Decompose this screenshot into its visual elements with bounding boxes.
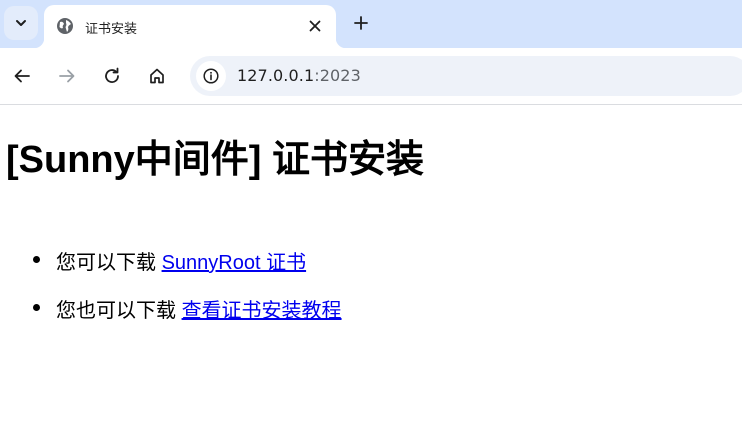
info-icon xyxy=(203,68,219,84)
install-tutorial-link[interactable]: 查看证书安装教程 xyxy=(182,300,342,322)
forward-button[interactable] xyxy=(51,60,83,92)
arrow-right-icon xyxy=(59,69,75,83)
list-item-text: 您也可以下载 xyxy=(56,300,176,322)
address-bar[interactable]: 127.0.0.1:2023 xyxy=(190,56,742,96)
url-host: 127.0.0.1 xyxy=(237,66,315,85)
reload-icon xyxy=(105,67,119,83)
back-button[interactable] xyxy=(6,60,38,92)
plus-icon xyxy=(354,16,368,30)
active-tab[interactable]: 证书安装 xyxy=(34,5,346,48)
page-content: [Sunny中间件] 证书安装 您可以下载 SunnyRoot 证书 您也可以下… xyxy=(0,106,742,429)
close-tab-button[interactable] xyxy=(302,13,328,39)
globe-icon xyxy=(57,18,73,34)
tab-strip: 证书安装 xyxy=(0,0,742,48)
browser-toolbar: 127.0.0.1:2023 xyxy=(0,48,742,105)
url-text: 127.0.0.1:2023 xyxy=(237,66,361,85)
tab-title: 证书安装 xyxy=(85,22,138,37)
url-port: :2023 xyxy=(314,66,361,85)
home-button[interactable] xyxy=(141,60,173,92)
page-title: [Sunny中间件] 证书安装 xyxy=(6,139,424,181)
site-info-button[interactable] xyxy=(196,61,226,91)
list-item-tutorial: 您也可以下载 查看证书安装教程 xyxy=(0,294,342,342)
arrow-left-icon xyxy=(14,69,30,83)
close-icon xyxy=(309,20,321,32)
home-icon xyxy=(150,68,164,84)
bullet xyxy=(33,256,40,263)
list-item-root-cert: 您可以下载 SunnyRoot 证书 xyxy=(0,246,342,294)
chevron-down-icon xyxy=(16,20,26,26)
tab-search-button[interactable] xyxy=(4,6,38,40)
download-root-cert-link[interactable]: SunnyRoot 证书 xyxy=(162,252,307,274)
bullet xyxy=(33,304,40,311)
list-item-text: 您可以下载 xyxy=(56,252,156,274)
reload-button[interactable] xyxy=(96,60,128,92)
new-tab-button[interactable] xyxy=(348,10,374,36)
download-list: 您可以下载 SunnyRoot 证书 您也可以下载 查看证书安装教程 xyxy=(0,246,342,342)
